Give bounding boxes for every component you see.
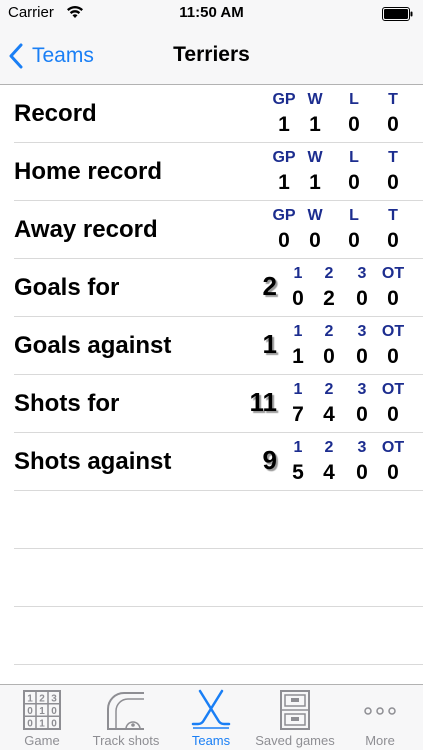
tab-label: More bbox=[365, 733, 395, 748]
tab-teams[interactable]: Teams bbox=[169, 685, 253, 750]
scoreboard-grid-icon: 1 2 3 0 1 0 0 1 0 bbox=[23, 690, 61, 730]
column-header: L bbox=[349, 91, 359, 108]
stat-total: 2 bbox=[262, 271, 277, 301]
more-dots-icon bbox=[364, 707, 396, 715]
column-header: W bbox=[307, 149, 323, 166]
column-header: OT bbox=[381, 323, 405, 340]
column-header: 2 bbox=[324, 265, 334, 282]
svg-text:3: 3 bbox=[51, 694, 57, 705]
svg-text:0: 0 bbox=[51, 706, 57, 717]
column-header: 2 bbox=[324, 323, 334, 340]
stat-label: Record bbox=[14, 100, 97, 127]
stat-total: 9 bbox=[262, 445, 277, 475]
column-value: 0 bbox=[323, 345, 335, 368]
stat-row-goals-for: Goals for 2 10 22 30 OT 0 bbox=[14, 259, 423, 317]
rink-icon bbox=[107, 692, 144, 730]
status-bar: Carrier 11:50 AM bbox=[0, 0, 423, 28]
column-header: W bbox=[307, 91, 323, 108]
svg-text:1: 1 bbox=[39, 719, 45, 730]
stat-row-away-record: Away record GP 0 W0 L0 T0 bbox=[14, 201, 423, 259]
column-value: 0 bbox=[348, 113, 360, 136]
tab-track-shots[interactable]: Track shots bbox=[84, 685, 168, 750]
column-value: 0 bbox=[387, 461, 399, 484]
stats-list: Record GP 1 W1 L0 T0 Home record GP 1 W1 L… bbox=[0, 85, 423, 665]
tab-label: Game bbox=[24, 733, 60, 748]
column-header: W bbox=[307, 207, 323, 224]
tab-label: Track shots bbox=[92, 733, 160, 748]
column-value: 1 bbox=[309, 113, 321, 136]
column-header: OT bbox=[381, 381, 405, 398]
svg-text:1: 1 bbox=[39, 706, 45, 717]
stat-row-shots-for: Shots for 11 17 24 30 OT 0 bbox=[14, 375, 423, 433]
tab-more[interactable]: More bbox=[338, 685, 422, 750]
svg-text:0: 0 bbox=[27, 719, 33, 730]
column-header: OT bbox=[381, 439, 405, 456]
column-value: 0 bbox=[387, 229, 399, 252]
column-header: T bbox=[388, 207, 398, 224]
stat-label: Home record bbox=[14, 158, 163, 185]
column-value: 0 bbox=[387, 171, 399, 194]
stat-label: Shots against bbox=[14, 448, 172, 475]
tab-bar: 1 2 3 0 1 0 0 1 0 Game Track shots Teams… bbox=[0, 684, 423, 750]
column-value: 0 bbox=[348, 171, 360, 194]
empty-row bbox=[14, 607, 423, 665]
page-title: Terriers bbox=[173, 43, 250, 66]
tab-label: Saved games bbox=[255, 733, 335, 748]
tab-saved-games[interactable]: Saved games bbox=[253, 685, 337, 750]
column-header: T bbox=[388, 149, 398, 166]
svg-text:0: 0 bbox=[27, 706, 33, 717]
stat-row-shots-against: Shots against 9 15 24 30 OT 0 bbox=[14, 433, 423, 491]
column-value: 0 bbox=[309, 229, 321, 252]
svg-text:1: 1 bbox=[27, 694, 33, 705]
column-header: 2 bbox=[324, 439, 334, 456]
column-value: 0 bbox=[387, 287, 399, 310]
stat-row-goals-against: Goals against 1 11 20 30 OT 0 bbox=[14, 317, 423, 375]
navigation-bar: Teams Terriers bbox=[0, 28, 423, 85]
stat-label: Shots for bbox=[14, 390, 120, 417]
svg-text:2: 2 bbox=[39, 694, 45, 705]
stat-label: Goals for bbox=[14, 274, 120, 301]
stat-total: 11 bbox=[249, 387, 278, 417]
column-header: 2 bbox=[324, 381, 334, 398]
stat-total: 1 bbox=[262, 329, 277, 359]
stat-row-home-record: Home record GP 1 W1 L0 T0 bbox=[14, 143, 423, 201]
empty-row bbox=[14, 549, 423, 607]
svg-text:0: 0 bbox=[51, 719, 57, 730]
tab-game[interactable]: 1 2 3 0 1 0 0 1 0 Game bbox=[0, 685, 84, 750]
file-cabinet-icon bbox=[280, 690, 310, 730]
column-value: 0 bbox=[387, 345, 399, 368]
screen: Carrier 11:50 AM Teams Terriers Record G… bbox=[0, 0, 423, 750]
stat-label: Goals against bbox=[14, 332, 172, 359]
column-value: 0 bbox=[348, 229, 360, 252]
stat-label: Away record bbox=[14, 216, 158, 243]
column-header: OT bbox=[381, 265, 405, 282]
column-value: 0 bbox=[387, 113, 399, 136]
stat-row-record: Record GP 1 W1 L0 T0 bbox=[14, 85, 423, 143]
column-value: 2 bbox=[323, 287, 335, 310]
hockey-sticks-icon bbox=[191, 689, 231, 729]
battery-icon bbox=[382, 7, 413, 21]
column-header: T bbox=[388, 91, 398, 108]
status-time: 11:50 AM bbox=[179, 4, 244, 21]
column-value: 0 bbox=[387, 403, 399, 426]
column-header: L bbox=[349, 149, 359, 166]
column-header: L bbox=[349, 207, 359, 224]
tab-label: Teams bbox=[191, 733, 231, 748]
column-value: 1 bbox=[309, 171, 321, 194]
column-value: 4 bbox=[323, 403, 335, 426]
empty-row bbox=[14, 491, 423, 549]
column-value: 4 bbox=[323, 461, 335, 484]
